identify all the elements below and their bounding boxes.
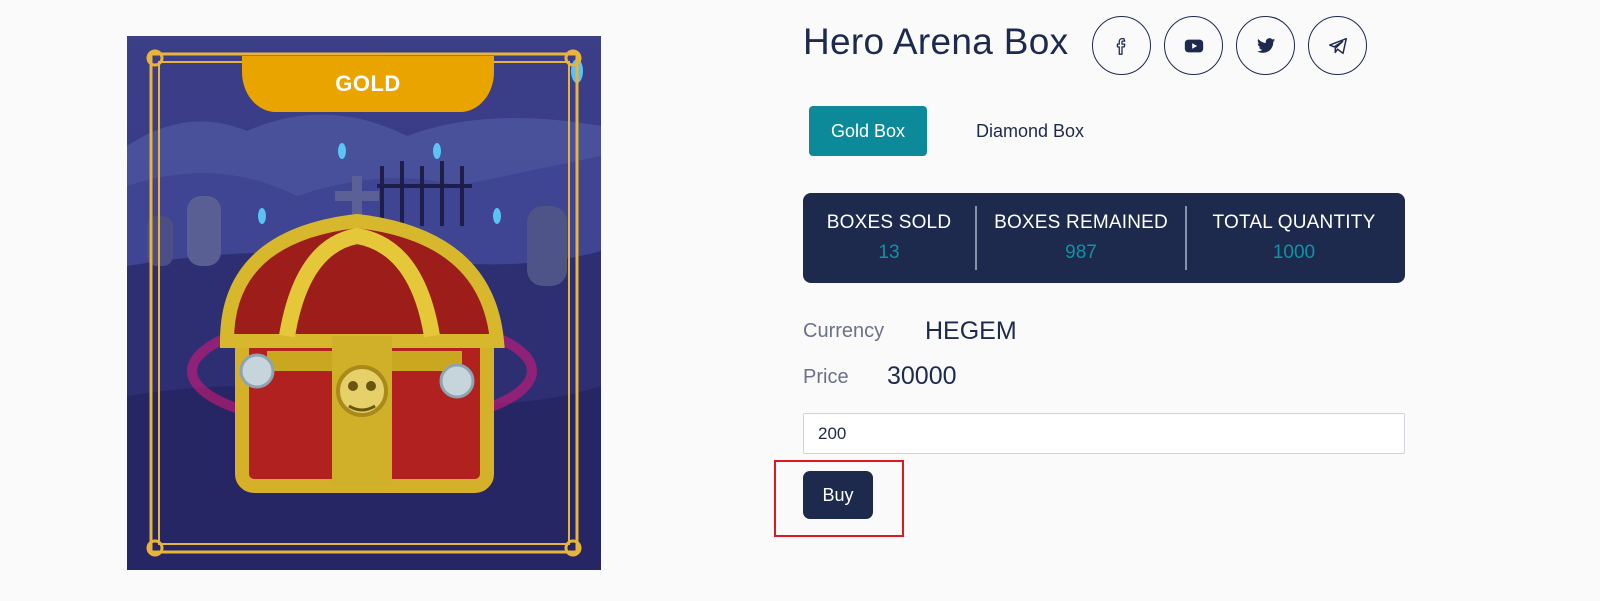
quantity-input[interactable]: [803, 413, 1405, 454]
gold-badge-label: GOLD: [335, 71, 401, 96]
stat-label: BOXES REMAINED: [994, 212, 1168, 233]
telegram-icon: [1328, 37, 1347, 54]
facebook-icon: [1116, 37, 1125, 55]
page-title: Hero Arena Box: [803, 21, 1069, 62]
stat-value: 13: [878, 242, 900, 263]
tab-diamond-box[interactable]: Diamond Box: [955, 106, 1105, 156]
twitter-icon: [1256, 37, 1275, 53]
twitter-button[interactable]: [1236, 16, 1295, 75]
stat-value: 987: [1065, 242, 1097, 263]
currency-value: HEGEM: [925, 317, 1017, 345]
box-stats-panel: BOXES SOLD 13 BOXES REMAINED 987 TOTAL Q…: [803, 193, 1405, 283]
buy-button[interactable]: Buy: [803, 471, 873, 519]
tab-gold-box[interactable]: Gold Box: [809, 106, 927, 156]
graveyard-background: [127, 49, 601, 570]
stat-value: 1000: [1272, 242, 1316, 263]
stat-label: BOXES SOLD: [826, 212, 952, 233]
youtube-button[interactable]: [1164, 16, 1223, 75]
box-artwork: GOLD: [127, 36, 601, 570]
stat-boxes-sold: BOXES SOLD 13: [803, 206, 975, 270]
facebook-button[interactable]: [1092, 16, 1151, 75]
stat-boxes-remained: BOXES REMAINED 987: [975, 206, 1187, 270]
telegram-button[interactable]: [1308, 16, 1367, 75]
currency-label: Currency: [803, 320, 885, 342]
stat-total-quantity: TOTAL QUANTITY 1000: [1187, 206, 1401, 270]
price-value: 30000: [887, 362, 957, 390]
gold-badge: GOLD: [242, 56, 494, 112]
stat-label: TOTAL QUANTITY: [1212, 212, 1376, 233]
youtube-icon: [1184, 39, 1203, 52]
price-label: Price: [803, 366, 849, 388]
